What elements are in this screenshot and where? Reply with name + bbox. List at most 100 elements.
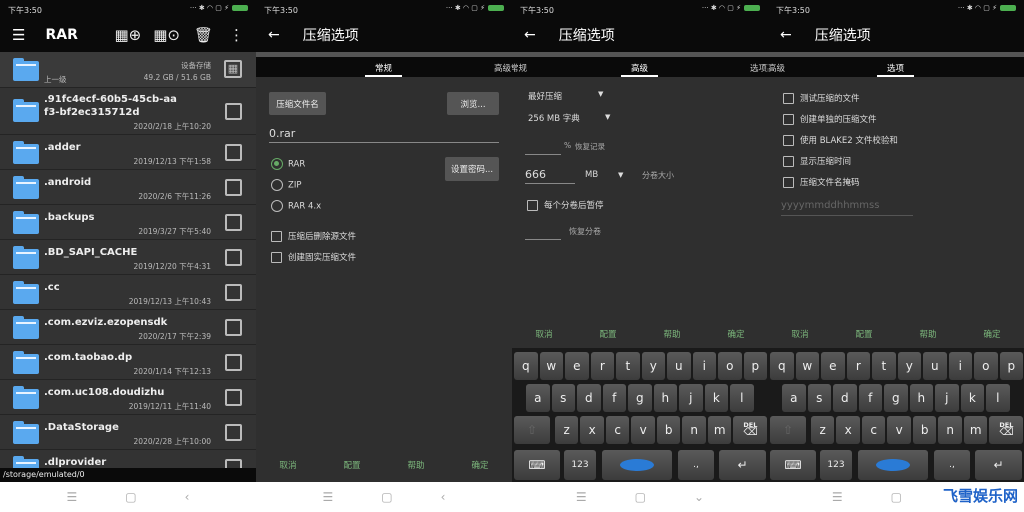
menu-icon[interactable]: ☰ xyxy=(832,490,843,504)
format-radio[interactable]: RAR xyxy=(271,158,305,170)
hide-keyboard-icon[interactable]: ⌄ xyxy=(694,490,704,504)
file-row[interactable]: .com.ezviz.ezopensdk 2020/2/17 下午2:39 xyxy=(0,310,256,345)
parent-folder-row[interactable]: 上一级 设备存储 49.2 GB / 51.6 GB ▦ xyxy=(0,52,256,88)
cancel-button[interactable]: 取消 xyxy=(791,328,808,340)
key-c[interactable]: c xyxy=(605,416,630,444)
key-w[interactable]: w xyxy=(795,352,820,380)
shift-key[interactable]: ⇧ xyxy=(770,416,806,444)
help-button[interactable]: 帮助 xyxy=(407,459,424,471)
config-button[interactable]: 配置 xyxy=(855,328,872,340)
key-y[interactable]: y xyxy=(897,352,922,380)
home-icon[interactable]: ▢ xyxy=(891,490,902,504)
more-icon[interactable]: ⋮ xyxy=(229,26,244,44)
ok-button[interactable]: 确定 xyxy=(471,459,488,471)
key-q[interactable]: q xyxy=(770,352,794,380)
delete-key[interactable]: DEL ⌫ xyxy=(733,416,768,444)
select-checkbox[interactable] xyxy=(225,214,242,231)
tab-options[interactable]: 选项高级 xyxy=(750,62,768,74)
menu-icon[interactable]: ☰ xyxy=(323,490,334,504)
space-key[interactable] xyxy=(602,450,672,480)
key-y[interactable]: y xyxy=(641,352,666,380)
key-f[interactable]: f xyxy=(858,384,883,412)
key-u[interactable]: u xyxy=(667,352,691,380)
file-row[interactable]: .backups 2019/3/27 下午5:40 xyxy=(0,205,256,240)
select-checkbox[interactable] xyxy=(225,284,242,301)
mask-input[interactable]: yyyymmddhhmmss xyxy=(781,200,879,211)
add-to-archive-icon[interactable]: ▦⊕ xyxy=(114,26,141,44)
back-arrow-icon[interactable]: ← xyxy=(780,27,792,43)
key-t[interactable]: t xyxy=(872,352,896,380)
config-button[interactable]: 配置 xyxy=(343,459,360,471)
file-row[interactable]: .DataStorage 2020/2/28 上午10:00 xyxy=(0,415,256,450)
select-checkbox[interactable] xyxy=(225,249,242,266)
key-v[interactable]: v xyxy=(887,416,911,444)
home-icon[interactable]: ▢ xyxy=(125,490,136,504)
select-checkbox[interactable] xyxy=(225,179,242,196)
dropdown-arrow-icon[interactable]: ▼ xyxy=(598,90,603,98)
key-k[interactable]: k xyxy=(704,384,729,412)
tab-advanced[interactable]: 高级 xyxy=(620,62,659,77)
key-m[interactable]: m xyxy=(963,416,988,444)
option-checkbox[interactable]: 创建固实压缩文件 xyxy=(271,251,356,263)
key-o[interactable]: o xyxy=(718,352,742,380)
recover-volumes-input[interactable] xyxy=(525,239,561,240)
punctuation-key[interactable]: ., xyxy=(934,450,970,480)
set-password-button[interactable]: 设置密码... xyxy=(445,157,499,181)
menu-icon[interactable]: ☰ xyxy=(67,490,78,504)
key-l[interactable]: l xyxy=(986,384,1010,412)
key-s[interactable]: s xyxy=(807,384,832,412)
keyboard-switch-key[interactable]: ⌨ xyxy=(514,450,560,480)
volume-size-input[interactable]: 666 xyxy=(525,168,546,181)
key-x[interactable]: x xyxy=(580,416,604,444)
key-l[interactable]: l xyxy=(730,384,754,412)
key-q[interactable]: q xyxy=(514,352,538,380)
file-row[interactable]: .91fc4ecf-60b5-45cb-aaf3-bf2ec315712d 202… xyxy=(0,88,256,135)
select-checkbox[interactable] xyxy=(225,319,242,336)
select-checkbox[interactable] xyxy=(225,354,242,371)
select-checkbox[interactable] xyxy=(225,144,242,161)
option-checkbox[interactable]: 压缩后删除源文件 xyxy=(271,230,356,242)
file-row[interactable]: .cc 2019/12/13 上午10:43 xyxy=(0,275,256,310)
key-g[interactable]: g xyxy=(884,384,908,412)
dropdown-arrow-icon[interactable]: ▼ xyxy=(618,171,623,179)
key-w[interactable]: w xyxy=(539,352,564,380)
grid-view-icon[interactable]: ▦ xyxy=(224,60,242,78)
extract-icon[interactable]: ▦⊙ xyxy=(153,26,180,44)
back-icon[interactable]: ‹ xyxy=(441,490,446,504)
key-r[interactable]: r xyxy=(590,352,615,380)
archive-name-input[interactable]: 0.rar xyxy=(269,127,295,140)
enter-key[interactable]: ↵ xyxy=(975,450,1022,480)
file-row[interactable]: .adder 2019/12/13 下午1:58 xyxy=(0,135,256,170)
format-radio[interactable]: ZIP xyxy=(271,179,301,191)
shift-key[interactable]: ⇧ xyxy=(514,416,550,444)
select-checkbox[interactable] xyxy=(225,389,242,406)
help-button[interactable]: 帮助 xyxy=(663,328,680,340)
option-checkbox[interactable]: 使用 BLAKE2 文件校验和 xyxy=(783,134,898,146)
key-z[interactable]: z xyxy=(554,416,579,444)
key-p[interactable]: p xyxy=(999,352,1024,380)
tab-general[interactable]: 常规 xyxy=(512,62,527,74)
tab-options[interactable]: 选项 xyxy=(876,62,915,77)
dropdown-arrow-icon[interactable]: ▼ xyxy=(605,113,610,121)
delete-key[interactable]: DEL ⌫ xyxy=(989,416,1024,444)
config-button[interactable]: 配置 xyxy=(599,328,616,340)
option-checkbox[interactable]: 创建单独的压缩文件 xyxy=(783,113,877,125)
browse-button[interactable]: 浏览... xyxy=(447,92,499,115)
space-key[interactable] xyxy=(858,450,928,480)
tab-advanced[interactable]: 高级 xyxy=(768,62,785,74)
menu-icon[interactable]: ☰ xyxy=(576,490,587,504)
key-f[interactable]: f xyxy=(602,384,627,412)
key-j[interactable]: j xyxy=(679,384,703,412)
option-checkbox[interactable]: 压缩文件名掩码 xyxy=(783,176,860,188)
file-row[interactable]: .com.uc108.doudizhu 2019/12/11 上午11:40 xyxy=(0,380,256,415)
select-checkbox[interactable] xyxy=(225,103,242,120)
key-r[interactable]: r xyxy=(846,352,871,380)
cancel-button[interactable]: 取消 xyxy=(279,459,296,471)
format-radio[interactable]: RAR 4.x xyxy=(271,200,321,212)
key-e[interactable]: e xyxy=(565,352,589,380)
archive-name-button[interactable]: 压缩文件名 xyxy=(269,92,326,115)
key-a[interactable]: a xyxy=(526,384,550,412)
key-u[interactable]: u xyxy=(923,352,947,380)
ok-button[interactable]: 确定 xyxy=(983,328,1000,340)
trash-icon[interactable]: 🗑 xyxy=(194,26,213,44)
